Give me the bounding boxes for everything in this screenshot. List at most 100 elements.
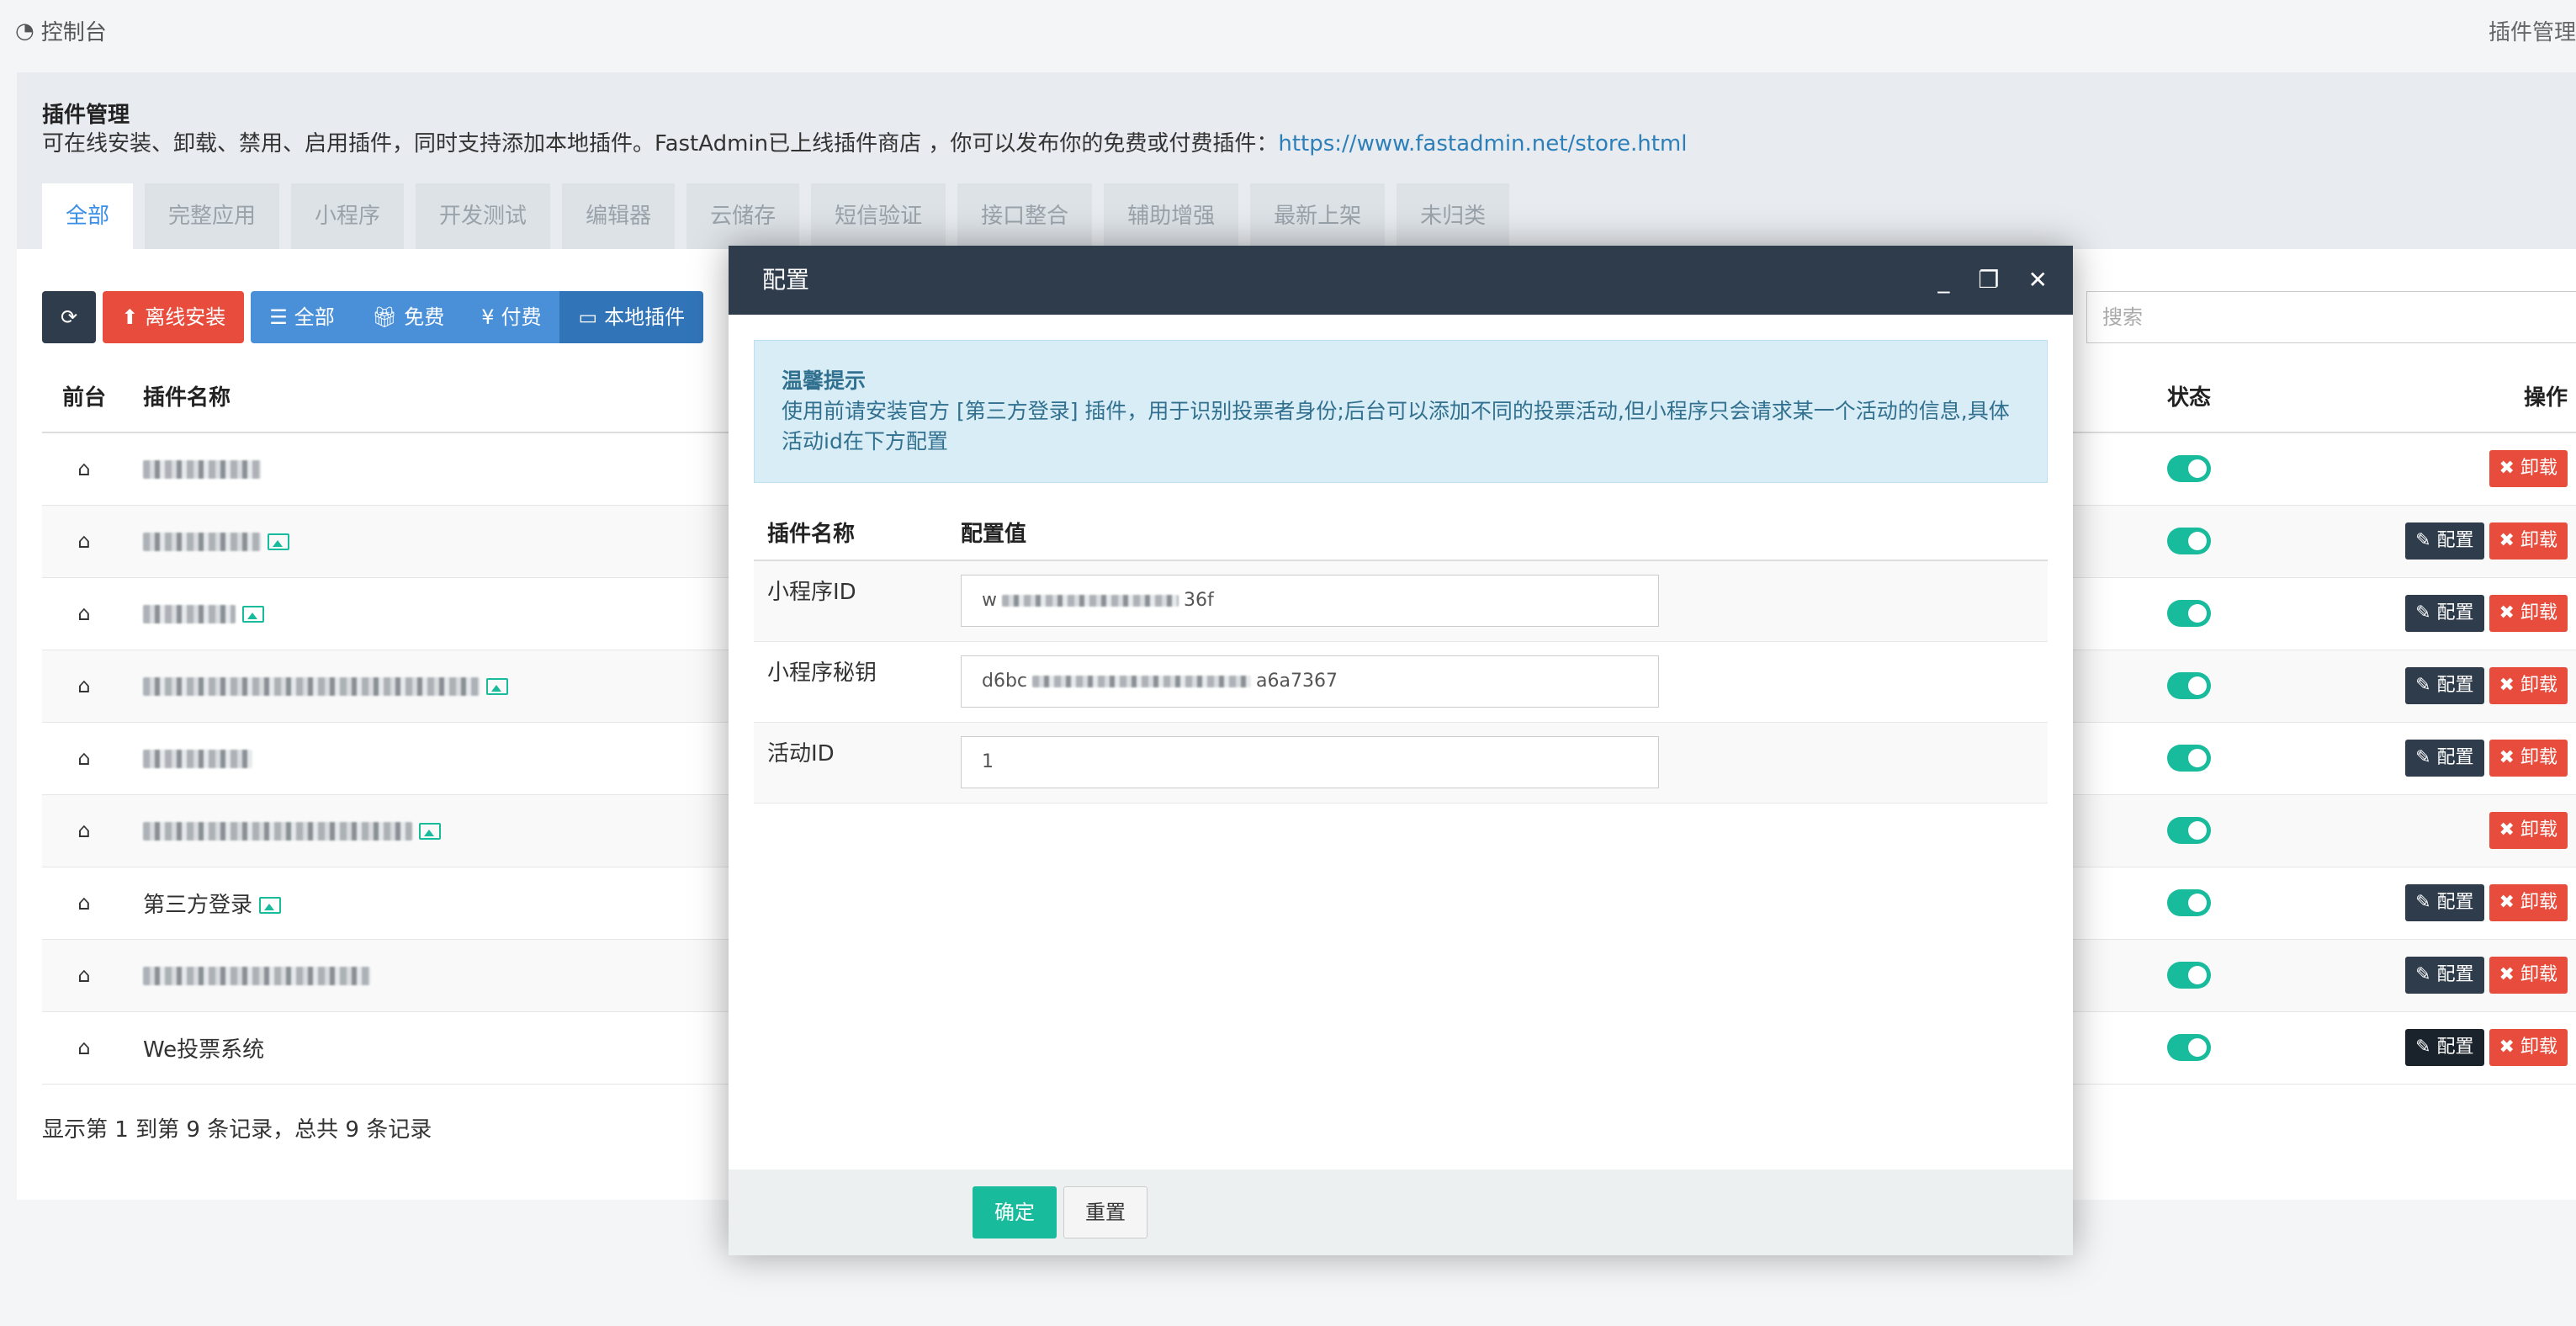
refresh-icon: ⟳	[61, 305, 78, 329]
config-button[interactable]: ✎ 配置	[2405, 884, 2484, 921]
tab-4[interactable]: 编辑器	[562, 183, 676, 249]
config-button[interactable]: ✎ 配置	[2405, 667, 2484, 704]
uninstall-button[interactable]: ✖ 卸载	[2489, 667, 2568, 704]
tab-10[interactable]: 未归类	[1397, 183, 1510, 249]
uninstall-button[interactable]: ✖ 卸载	[2489, 595, 2568, 632]
image-icon[interactable]	[259, 897, 282, 914]
plugin-name: We投票系统	[143, 1037, 265, 1063]
search-input[interactable]: 搜索	[2086, 291, 2576, 343]
refresh-button[interactable]: ⟳	[42, 291, 97, 343]
tip-alert: 温馨提示 使用前请安装官方 [第三方登录] 插件，用于识别投票者身份;后台可以添…	[754, 340, 2048, 483]
tab-1[interactable]: 完整应用	[145, 183, 280, 249]
config-row: 小程序ID w 36f	[754, 560, 2048, 642]
uninstall-button[interactable]: ✖ 卸载	[2489, 957, 2568, 994]
image-icon[interactable]	[268, 533, 289, 550]
page-title: 插件管理	[42, 103, 130, 128]
status-toggle[interactable]	[2167, 889, 2211, 916]
toolbar: ⟳ ⬆ 离线安装 ☰ 全部 🎁︎ 免费 ¥ 付费 ▭ 本地插件	[42, 291, 704, 343]
plugin-name: 第三方登录	[143, 892, 253, 918]
tab-6[interactable]: 短信验证	[811, 183, 946, 249]
home-icon[interactable]: ⌂	[77, 674, 90, 697]
laptop-icon: ▭	[578, 305, 598, 329]
reset-button[interactable]: 重置	[1063, 1186, 1148, 1238]
top-bar: ◔ 控制台 插件管理	[0, 0, 2576, 61]
tab-plugin-manage[interactable]: 插件管理	[2489, 15, 2576, 46]
home-icon[interactable]: ⌂	[77, 746, 90, 770]
filter-paid-button[interactable]: ¥ 付费	[463, 291, 560, 343]
status-toggle[interactable]	[2167, 455, 2211, 483]
uninstall-button[interactable]: ✖ 卸载	[2489, 522, 2568, 560]
filter-free-button[interactable]: 🎁︎ 免费	[352, 291, 464, 343]
status-toggle[interactable]	[2167, 1034, 2211, 1061]
blurred-name	[143, 749, 252, 768]
config-button[interactable]: ✎ 配置	[2405, 740, 2484, 777]
home-icon[interactable]: ⌂	[77, 963, 90, 987]
status-toggle[interactable]	[2167, 817, 2211, 844]
header-op: 操作	[2233, 360, 2576, 433]
config-input[interactable]: d6bc a6a7367	[961, 655, 1659, 708]
blurred-name	[143, 459, 261, 479]
config-button[interactable]: ✎ 配置	[2405, 1029, 2484, 1066]
yen-icon: ¥	[481, 305, 495, 329]
status-toggle[interactable]	[2167, 528, 2211, 554]
close-icon[interactable]: ✕	[2028, 246, 2048, 315]
tab-0[interactable]: 全部	[42, 183, 134, 249]
header-status[interactable]: 状态	[2145, 360, 2233, 433]
uninstall-button[interactable]: ✖ 卸载	[2489, 812, 2568, 849]
status-toggle[interactable]	[2167, 745, 2211, 772]
gift-icon: 🎁︎	[371, 305, 398, 329]
home-icon[interactable]: ⌂	[77, 529, 90, 553]
tab-9[interactable]: 最新上架	[1250, 183, 1386, 249]
tab-5[interactable]: 云储存	[686, 183, 800, 249]
home-icon[interactable]: ⌂	[77, 602, 90, 625]
blurred-name	[143, 821, 412, 841]
page-description: 可在线安装、卸载、禁用、启用插件，同时支持添加本地插件。FastAdmin已上线…	[42, 131, 1688, 156]
config-input[interactable]: 1	[961, 735, 1659, 788]
status-toggle[interactable]	[2167, 962, 2211, 989]
uninstall-button[interactable]: ✖ 卸载	[2489, 740, 2568, 777]
category-tabs: 全部 完整应用 小程序 开发测试 编辑器 云储存 短信验证 接口整合 辅助增强 最新上架 未归类	[42, 183, 1510, 249]
filter-local-button[interactable]: ▭ 本地插件	[559, 291, 704, 343]
home-icon[interactable]: ⌂	[77, 819, 90, 842]
header-front[interactable]: 前台	[42, 360, 126, 433]
tab-2[interactable]: 小程序	[291, 183, 405, 249]
config-button[interactable]: ✎ 配置	[2405, 957, 2484, 994]
blurred-name	[143, 966, 370, 985]
panel-header: 插件管理 可在线安装、卸载、禁用、启用插件，同时支持添加本地插件。FastAdm…	[17, 72, 2576, 249]
uninstall-button[interactable]: ✖ 卸载	[2489, 1029, 2568, 1066]
col-name: 插件名称	[754, 505, 947, 561]
tab-3[interactable]: 开发测试	[416, 183, 551, 249]
home-icon[interactable]: ⌂	[77, 1036, 90, 1059]
config-button[interactable]: ✎ 配置	[2405, 595, 2484, 632]
uninstall-button[interactable]: ✖ 卸载	[2489, 884, 2568, 921]
config-button[interactable]: ✎ 配置	[2405, 522, 2484, 560]
config-dialog: 配置 _ ❐ ✕ 温馨提示 使用前请安装官方 [第三方登录] 插件，用于识别投票…	[729, 246, 2073, 1255]
col-value: 配置值	[947, 505, 2048, 561]
tip-title: 温馨提示	[782, 369, 867, 393]
home-icon[interactable]: ⌂	[77, 891, 90, 915]
blurred-value	[1002, 595, 1179, 607]
breadcrumb[interactable]: ◔ 控制台	[15, 15, 107, 46]
home-icon[interactable]: ⌂	[77, 457, 90, 480]
minimize-icon[interactable]: _	[1937, 246, 1949, 315]
maximize-icon[interactable]: ❐	[1978, 246, 1999, 315]
config-input[interactable]: w 36f	[961, 575, 1659, 627]
filter-group: ☰ 全部 🎁︎ 免费 ¥ 付费 ▭ 本地插件	[251, 291, 704, 343]
tab-8[interactable]: 辅助增强	[1104, 183, 1239, 249]
status-toggle[interactable]	[2167, 672, 2211, 699]
image-icon[interactable]	[486, 677, 508, 695]
tab-7[interactable]: 接口整合	[957, 183, 1093, 249]
offline-install-button[interactable]: ⬆ 离线安装	[103, 291, 245, 343]
store-link[interactable]: https://www.fastadmin.net/store.html	[1278, 131, 1687, 156]
confirm-button[interactable]: 确定	[973, 1186, 1057, 1238]
image-icon[interactable]	[419, 822, 441, 840]
blurred-name	[143, 604, 236, 623]
image-icon[interactable]	[242, 605, 264, 623]
filter-all-button[interactable]: ☰ 全部	[251, 291, 353, 343]
config-row: 小程序秘钥 d6bc a6a7367	[754, 641, 2048, 723]
uninstall-button[interactable]: ✖ 卸载	[2489, 450, 2568, 488]
status-toggle[interactable]	[2167, 600, 2211, 627]
upload-icon: ⬆	[121, 305, 139, 329]
list-icon: ☰	[269, 305, 288, 329]
tip-text: 使用前请安装官方 [第三方登录] 插件，用于识别投票者身份;后台可以添加不同的投…	[782, 399, 2010, 453]
